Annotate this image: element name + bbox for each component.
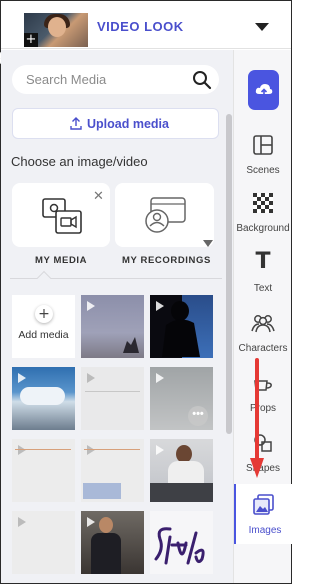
active-source-notch (36, 270, 52, 286)
media-thumbnail[interactable]: ••• (150, 367, 213, 430)
scrollbar[interactable] (226, 114, 232, 434)
thumbnail-face (48, 17, 66, 37)
my-recordings-card[interactable] (115, 183, 214, 247)
upload-media-label: Upload media (87, 117, 169, 131)
play-icon (18, 373, 26, 383)
silhouette-shape (123, 337, 139, 353)
search-bar (12, 65, 219, 94)
chevron-down-icon[interactable] (255, 23, 269, 31)
add-media-label: Add media (18, 329, 69, 341)
rail-characters-label: Characters (238, 343, 288, 354)
more-icon[interactable]: ••• (188, 406, 208, 426)
rail-characters[interactable]: Characters (234, 308, 292, 356)
my-media-icon (42, 198, 82, 234)
media-thumbnail[interactable] (12, 439, 75, 502)
upload-button[interactable] (248, 70, 279, 110)
media-thumbnail[interactable] (150, 295, 213, 358)
add-media-tile[interactable]: + Add media (12, 295, 75, 358)
images-icon (253, 494, 274, 515)
person-head (99, 517, 113, 533)
upload-media-button[interactable]: Upload media (12, 108, 219, 139)
media-thumbnail[interactable] (150, 511, 213, 574)
play-icon (156, 445, 164, 455)
media-panel: Upload media Choose an image/video ✕ MY … (1, 50, 233, 583)
rail-text[interactable]: T Text (234, 248, 292, 296)
play-icon (18, 445, 26, 455)
media-thumbnail[interactable] (81, 295, 144, 358)
plus-icon: + (35, 305, 53, 323)
cloud-shape (20, 387, 65, 405)
media-thumbnail[interactable] (81, 511, 144, 574)
my-recordings-label: MY RECORDINGS (122, 255, 211, 266)
person-body (91, 533, 121, 574)
close-icon[interactable]: ✕ (93, 189, 104, 204)
rail-text-label: Text (253, 283, 273, 294)
text-icon: T (255, 249, 271, 274)
my-recordings-icon (145, 197, 186, 233)
rail-background[interactable]: Background (234, 188, 292, 236)
play-icon (18, 517, 26, 527)
screen-shape (83, 483, 121, 499)
person-silhouette (162, 301, 200, 357)
desk-shape (150, 483, 213, 502)
play-icon (87, 373, 95, 383)
characters-icon (251, 315, 275, 333)
search-input[interactable] (26, 71, 186, 88)
add-icon[interactable]: + (24, 33, 38, 47)
play-icon (87, 301, 95, 311)
upload-icon (70, 117, 82, 130)
media-thumbnail[interactable] (12, 367, 75, 430)
rail-images[interactable]: Images (234, 484, 292, 544)
video-thumbnail[interactable]: + (24, 13, 88, 47)
rail-background-label: Background (236, 223, 290, 234)
expand-icon[interactable] (203, 240, 213, 247)
annotation-arrow (250, 358, 264, 478)
play-icon (156, 373, 164, 383)
line-shape (85, 391, 140, 392)
tool-rail: Scenes Background T Text Characters Prop… (233, 50, 292, 583)
scenes-icon (253, 135, 273, 155)
rail-images-label: Images (248, 525, 282, 536)
media-thumbnail[interactable] (81, 439, 144, 502)
rail-scenes[interactable]: Scenes (234, 130, 292, 178)
media-thumbnail[interactable] (150, 439, 213, 502)
play-icon (87, 445, 95, 455)
search-icon[interactable] (192, 70, 212, 90)
play-icon (87, 517, 95, 527)
background-icon (253, 193, 273, 213)
line-shape (84, 449, 140, 450)
cloud-upload-icon (255, 84, 273, 95)
media-thumbnail[interactable] (81, 367, 144, 430)
choose-label: Choose an image/video (11, 154, 148, 169)
my-media-label: MY MEDIA (35, 255, 88, 266)
video-title: VIDEO LOOK (97, 19, 184, 34)
rail-scenes-label: Scenes (246, 165, 280, 176)
header: + VIDEO LOOK (1, 1, 291, 49)
media-thumbnail[interactable] (12, 511, 75, 574)
script-art (154, 527, 205, 565)
line-shape (15, 449, 71, 450)
